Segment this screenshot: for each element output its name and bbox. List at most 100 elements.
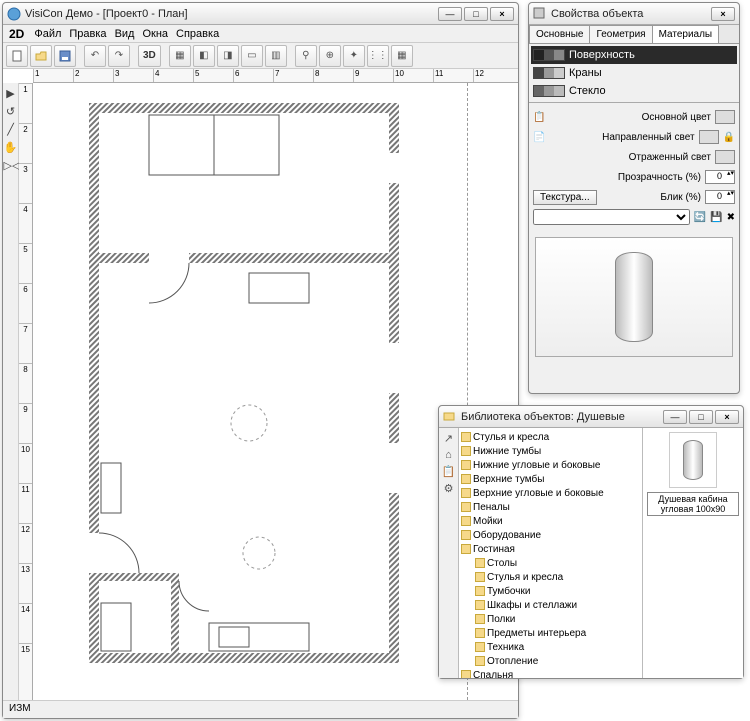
dir-light-swatch[interactable]	[699, 130, 719, 144]
lib-minimize-button[interactable]: —	[663, 410, 687, 424]
main-color-swatch[interactable]	[715, 110, 735, 124]
tree-node[interactable]: Мойки	[461, 514, 640, 528]
opacity-label: Прозрачность (%)	[533, 172, 701, 183]
refl-light-swatch[interactable]	[715, 150, 735, 164]
tab-materials[interactable]: Материалы	[652, 25, 720, 43]
tree-node[interactable]: Спальня	[461, 668, 640, 678]
texture-button[interactable]: Текстура...	[533, 190, 597, 205]
paste-icon[interactable]: 📄	[533, 132, 545, 143]
tree-node[interactable]: Тумбочки	[461, 584, 640, 598]
lib-close-button[interactable]: ×	[715, 410, 739, 424]
pointer-tool[interactable]: ▶	[4, 87, 18, 101]
delete-material-icon[interactable]: ✖	[727, 212, 735, 223]
folder-icon	[461, 474, 471, 484]
tab-basic[interactable]: Основные	[529, 25, 590, 43]
tree-label: Предметы интерьера	[487, 628, 586, 639]
toolbar-button-4[interactable]: ▭	[241, 45, 263, 67]
toolbar-button-1[interactable]: ▦	[169, 45, 191, 67]
tree-node[interactable]: Стулья и кресла	[461, 430, 640, 444]
line-tool[interactable]: ╱	[4, 123, 18, 137]
toolbar-button-5[interactable]: ▥	[265, 45, 287, 67]
ruler-tick: 5	[19, 243, 32, 283]
toolbar-button-9[interactable]: ⋮⋮	[367, 45, 389, 67]
lib-paste-button[interactable]: 📋	[442, 465, 456, 478]
tab-geometry[interactable]: Геометрия	[589, 25, 652, 43]
tree-label: Шкафы и стеллажи	[487, 600, 577, 611]
shine-spinner[interactable]: 0	[705, 190, 735, 204]
tree-label: Верхние тумбы	[473, 474, 544, 485]
shine-label: Блик (%)	[601, 192, 701, 203]
library-tree[interactable]: Стулья и креслаНижние тумбыНижние угловы…	[459, 428, 643, 678]
menu-help[interactable]: Справка	[176, 28, 219, 40]
toolbar-button-2[interactable]: ◧	[193, 45, 215, 67]
menu-view[interactable]: Вид	[115, 28, 135, 40]
library-title: Библиотека объектов: Душевые	[461, 411, 663, 423]
material-name: Краны	[569, 67, 602, 79]
ruler-tick: 11	[19, 483, 32, 523]
library-titlebar[interactable]: Библиотека объектов: Душевые — □ ×	[439, 406, 743, 428]
lib-home-button[interactable]: ⌂	[445, 449, 452, 461]
ruler-tick: 3	[19, 163, 32, 203]
save-button[interactable]	[54, 45, 76, 67]
toolbar-button-7[interactable]: ⊕	[319, 45, 341, 67]
tree-node[interactable]: Полки	[461, 612, 640, 626]
tree-node[interactable]: Отопление	[461, 654, 640, 668]
undo-button[interactable]: ↶	[84, 45, 106, 67]
maximize-button[interactable]: □	[464, 7, 488, 21]
ruler-tick: 8	[313, 69, 353, 82]
view-mode-2d[interactable]: 2D	[9, 27, 24, 41]
rotate-tool[interactable]: ↺	[4, 105, 18, 119]
ruler-tick: 9	[353, 69, 393, 82]
tree-node[interactable]: Техника	[461, 640, 640, 654]
lib-settings-button[interactable]: ⚙	[444, 482, 454, 495]
close-button[interactable]: ×	[490, 7, 514, 21]
floor-plan[interactable]	[89, 103, 399, 663]
tree-node[interactable]: Предметы интерьера	[461, 626, 640, 640]
lock-icon[interactable]: 🔒	[723, 132, 735, 143]
tree-label: Стулья и кресла	[487, 572, 563, 583]
folder-icon	[475, 558, 485, 568]
library-item-thumb[interactable]	[669, 432, 717, 488]
folder-icon	[475, 600, 485, 610]
properties-titlebar[interactable]: Свойства объекта ×	[529, 3, 739, 25]
main-titlebar[interactable]: VisiCon Демо - [Проект0 - План] — □ ×	[3, 3, 518, 25]
pan-tool[interactable]: ✋	[4, 141, 18, 155]
folder-icon	[475, 614, 485, 624]
tree-node[interactable]: Пеналы	[461, 500, 640, 514]
apply-icon[interactable]: 🔄	[694, 212, 706, 223]
toolbar-button-3[interactable]: ◨	[217, 45, 239, 67]
open-button[interactable]	[30, 45, 52, 67]
tree-node[interactable]: Верхние угловые и боковые	[461, 486, 640, 500]
toolbar-button-8[interactable]: ✦	[343, 45, 365, 67]
copy-icon[interactable]: 📋	[533, 112, 545, 123]
opacity-spinner[interactable]: 0	[705, 170, 735, 184]
tree-node[interactable]: Нижние тумбы	[461, 444, 640, 458]
tree-node[interactable]: Столы	[461, 556, 640, 570]
tree-node[interactable]: Оборудование	[461, 528, 640, 542]
tree-node[interactable]: Стулья и кресла	[461, 570, 640, 584]
texture-select[interactable]	[533, 209, 690, 225]
view-3d-button[interactable]: 3D	[138, 45, 161, 67]
tree-node[interactable]: Шкафы и стеллажи	[461, 598, 640, 612]
material-row[interactable]: Краны	[531, 64, 737, 82]
material-row[interactable]: Стекло	[531, 82, 737, 100]
tree-label: Гостиная	[473, 544, 515, 555]
lib-up-button[interactable]: ↗	[444, 432, 453, 445]
redo-button[interactable]: ↷	[108, 45, 130, 67]
save-material-icon[interactable]: 💾	[710, 212, 722, 223]
properties-close-button[interactable]: ×	[711, 7, 735, 21]
toolbar-button-10[interactable]: ▦	[391, 45, 413, 67]
menu-windows[interactable]: Окна	[142, 28, 168, 40]
menu-file[interactable]: Файл	[34, 28, 61, 40]
tree-node[interactable]: Гостиная	[461, 542, 640, 556]
lib-maximize-button[interactable]: □	[689, 410, 713, 424]
tree-node[interactable]: Верхние тумбы	[461, 472, 640, 486]
minimize-button[interactable]: —	[438, 7, 462, 21]
new-button[interactable]	[6, 45, 28, 67]
tree-label: Отопление	[487, 656, 538, 667]
mirror-tool[interactable]: ▷◁	[4, 159, 18, 173]
material-row[interactable]: Поверхность	[531, 46, 737, 64]
tree-node[interactable]: Нижние угловые и боковые	[461, 458, 640, 472]
toolbar-button-6[interactable]: ⚲	[295, 45, 317, 67]
menu-edit[interactable]: Правка	[69, 28, 106, 40]
